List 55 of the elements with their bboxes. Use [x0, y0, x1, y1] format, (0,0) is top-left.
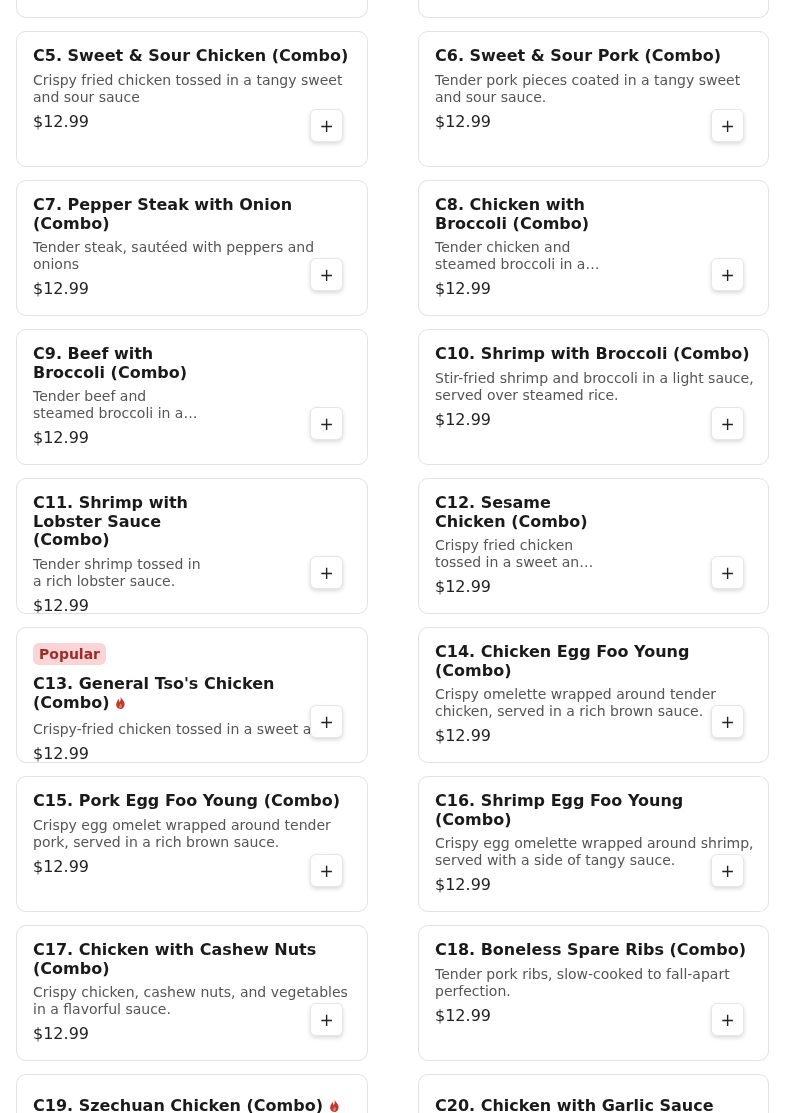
add-button[interactable]: +	[310, 705, 343, 738]
item-price: $12.99	[33, 856, 89, 877]
item-title: C20. Chicken with Garlic Sauce	[435, 1097, 714, 1113]
item-price: $12.99	[33, 279, 89, 299]
item-price: $12.99	[33, 595, 89, 613]
item-title: C13. General Tso's Chicken (Combo)	[33, 675, 276, 712]
item-title: C5. Sweet & Sour Chicken (Combo)	[33, 47, 349, 66]
item-title: C8. Chicken with Broccoli (Combo)	[435, 196, 591, 233]
item-description: Tender pork ribs, slow-cooked to fall-apart perfection.	[435, 965, 731, 1000]
item-price: $12.99	[435, 875, 491, 895]
item-title: C9. Beef with Broccoli (Combo)	[33, 345, 189, 382]
item-title: C17. Chicken with Cashew Nuts (Combo)	[33, 941, 318, 978]
add-button[interactable]: +	[310, 407, 343, 440]
item-price: $12.99	[33, 428, 89, 448]
add-button[interactable]: +	[310, 258, 343, 291]
popular-badge: Popular	[33, 643, 107, 665]
item-description: Crispy egg omelet wrapped around tender pork, served in a rich brown sauce.	[33, 816, 332, 851]
item-title: C10. Shrimp with Broccoli (Combo)	[435, 345, 750, 364]
item-title: C11. Shrimp with Lobster Sauce (Combo)	[33, 494, 189, 550]
add-button[interactable]: +	[711, 854, 744, 887]
item-price: $12.99	[33, 1024, 89, 1044]
item-title: C12. Sesame Chicken (Combo)	[435, 494, 589, 531]
item-title: C7. Pepper Steak with Onion (Combo)	[33, 196, 294, 233]
item-title: C15. Pork Egg Foo Young (Combo)	[33, 792, 341, 811]
add-button[interactable]: +	[711, 407, 744, 440]
add-button[interactable]: +	[310, 556, 343, 589]
item-price: $12.99	[435, 1005, 491, 1026]
item-price: $12.99	[33, 111, 89, 132]
item-description: Stir-fried shrimp and broccoli in a light sauce, served over steamed rice.	[435, 369, 755, 404]
item-price: $12.99	[435, 726, 491, 746]
item-price: $12.99	[435, 111, 491, 132]
add-button[interactable]: +	[711, 1003, 744, 1036]
add-button[interactable]: +	[310, 1003, 343, 1036]
item-description: Crispy fried chicken tossed in a sweet an…	[435, 537, 595, 571]
item-price: $12.99	[33, 744, 89, 762]
item-price: $12.99	[435, 577, 491, 597]
item-description: Tender shrimp tossed in a rich lobster sauce.	[33, 555, 202, 590]
item-description: Tender chicken and steamed broccoli in a…	[435, 239, 601, 273]
add-button[interactable]: +	[711, 258, 744, 291]
add-button[interactable]: +	[711, 705, 744, 738]
item-price: $12.99	[435, 409, 491, 430]
item-title: C14. Chicken Egg Foo Young (Combo)	[435, 643, 691, 680]
item-title: C6. Sweet & Sour Pork (Combo)	[435, 47, 721, 66]
item-description: Tender beef and steamed broccoli in a…	[33, 388, 199, 422]
item-description: Crispy fried chicken tossed in a tangy sweet and sour sauce	[33, 71, 344, 106]
item-title: C18. Boneless Spare Ribs (Combo)	[435, 941, 746, 960]
add-button[interactable]: +	[310, 109, 343, 142]
add-button[interactable]: +	[711, 109, 744, 142]
add-button[interactable]: +	[711, 556, 744, 589]
item-title: C19. Szechuan Chicken (Combo)	[33, 1097, 340, 1113]
item-title: C16. Shrimp Egg Foo Young (Combo)	[435, 792, 685, 829]
item-description: Tender pork pieces coated in a tangy sweet and sour sauce.	[435, 71, 742, 106]
item-price: $12.99	[435, 279, 491, 299]
item-description: Crispy-fried chicken tossed in a sweet a	[33, 721, 312, 738]
add-button[interactable]: +	[310, 854, 343, 887]
